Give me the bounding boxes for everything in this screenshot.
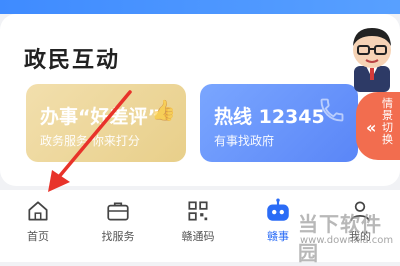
watermark-url: www.downxia.com [300, 235, 394, 246]
